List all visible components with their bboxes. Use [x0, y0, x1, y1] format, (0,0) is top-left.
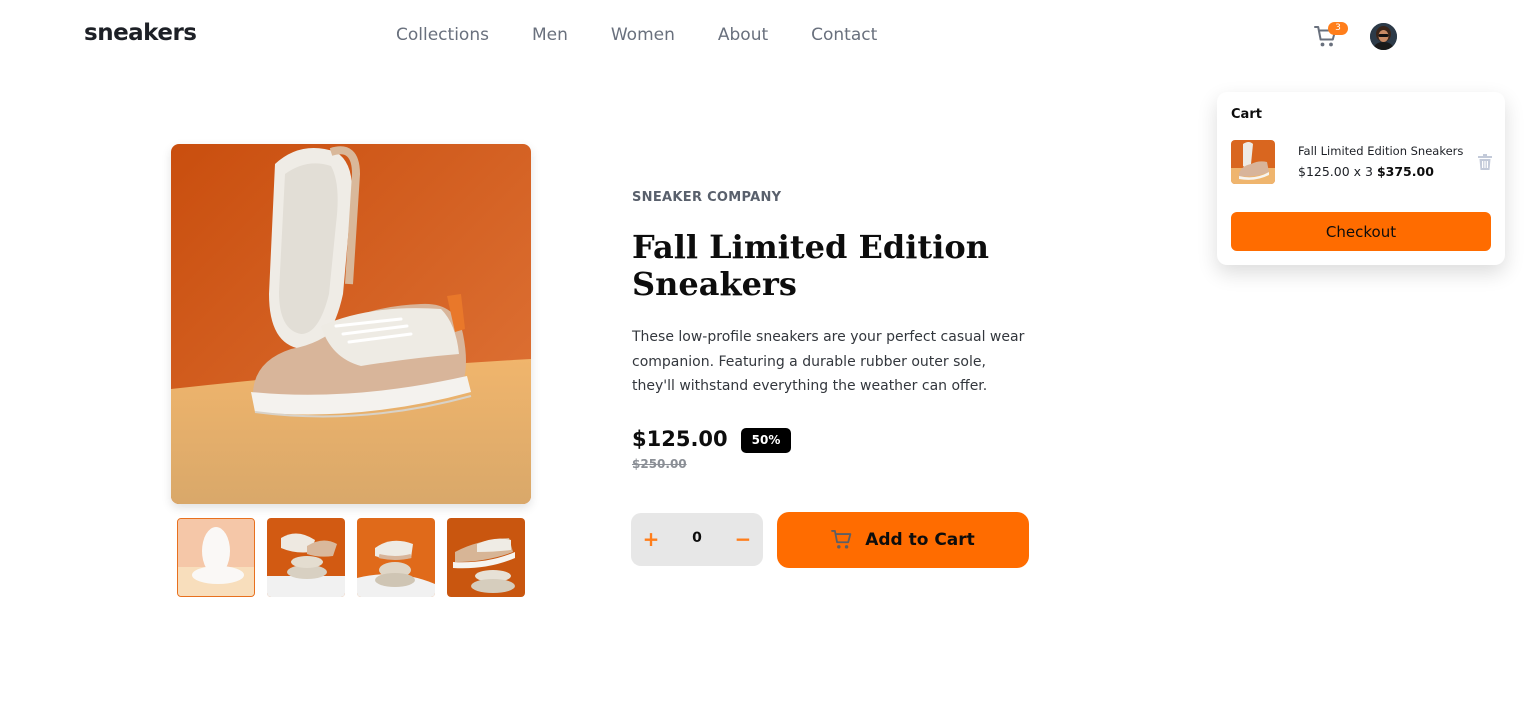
- company-name: SNEAKER COMPANY: [632, 190, 782, 205]
- main-nav: Collections Men Women About Contact: [396, 25, 877, 45]
- cart-item-unit-price: $125.00 x 3: [1298, 164, 1377, 179]
- nav-collections[interactable]: Collections: [396, 25, 489, 45]
- discount-badge: 50%: [741, 428, 791, 453]
- logo[interactable]: sneakers: [84, 20, 197, 46]
- product-main-image[interactable]: [171, 144, 531, 504]
- thumbnail-1[interactable]: [177, 518, 255, 597]
- product-title: Fall Limited Edition Sneakers: [632, 228, 989, 303]
- trash-icon[interactable]: [1478, 154, 1492, 170]
- thumbnail-4[interactable]: [447, 518, 525, 597]
- original-price: $250.00: [632, 457, 687, 471]
- cart-item-price: $125.00 x 3 $375.00: [1298, 164, 1434, 179]
- add-to-cart-label: Add to Cart: [865, 530, 975, 550]
- quantity-value: 0: [692, 530, 702, 546]
- cart-item-thumbnail: [1231, 140, 1275, 184]
- product-description: These low-profile sneakers are your perf…: [632, 329, 1025, 394]
- thumbnail-strip: [177, 518, 525, 597]
- cart-heading: Cart: [1231, 107, 1262, 122]
- nav-women[interactable]: Women: [611, 25, 675, 45]
- cart-dropdown: Cart Fall Limited Edition Sneakers $125.…: [1217, 92, 1505, 265]
- decrease-quantity-button[interactable]: −: [729, 525, 757, 553]
- avatar[interactable]: [1370, 23, 1397, 50]
- cart-count-badge: 3: [1328, 22, 1348, 35]
- thumbnail-2[interactable]: [267, 518, 345, 597]
- cart-item-name: Fall Limited Edition Sneakers: [1298, 144, 1464, 158]
- quantity-stepper: + 0 −: [631, 513, 763, 566]
- cart-item-total: $375.00: [1376, 164, 1434, 179]
- cart-button[interactable]: 3: [1314, 22, 1348, 50]
- cart-icon: [831, 530, 852, 549]
- nav-men[interactable]: Men: [532, 25, 568, 45]
- nav-contact[interactable]: Contact: [811, 25, 877, 45]
- current-price: $125.00: [632, 427, 728, 451]
- increase-quantity-button[interactable]: +: [637, 525, 665, 553]
- thumbnail-3[interactable]: [357, 518, 435, 597]
- add-to-cart-button[interactable]: Add to Cart: [777, 512, 1029, 568]
- checkout-button[interactable]: Checkout: [1231, 212, 1491, 251]
- nav-about[interactable]: About: [718, 25, 768, 45]
